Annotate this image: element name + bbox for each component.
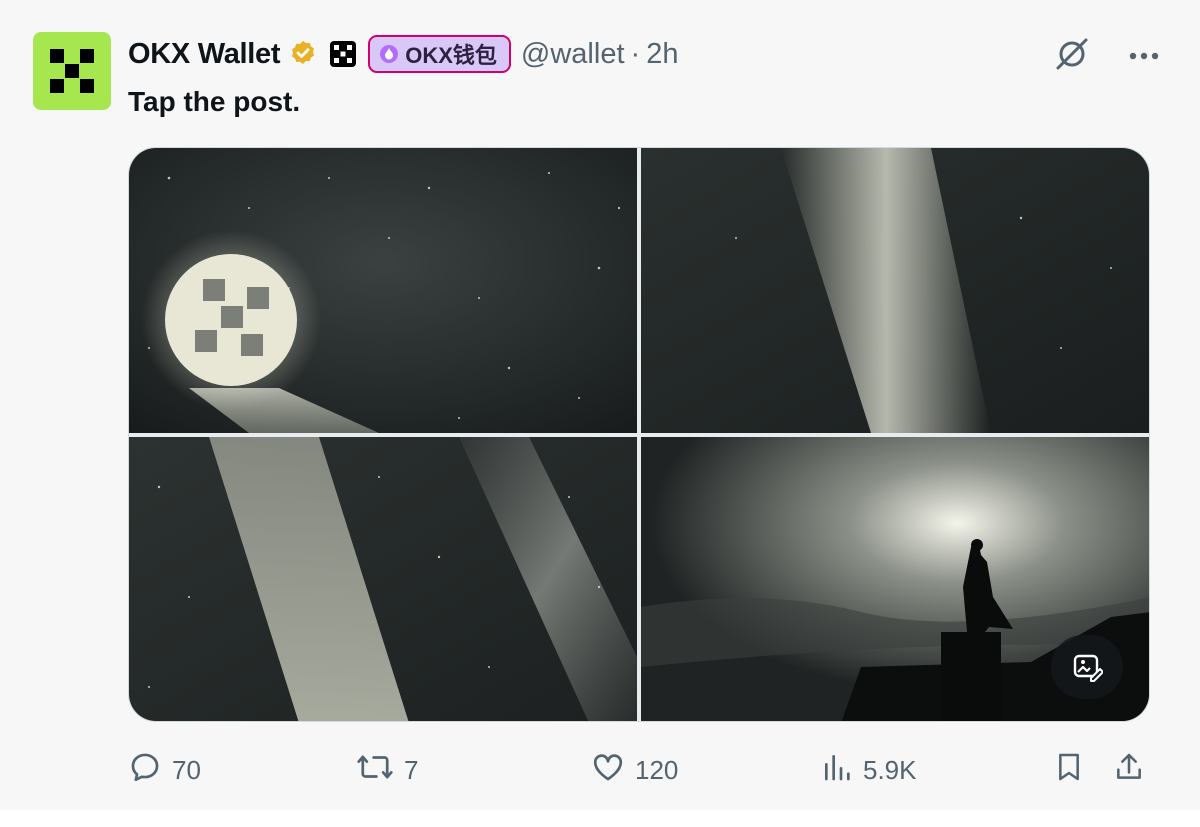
verified-badge-icon[interactable]	[288, 39, 318, 69]
media-image-2[interactable]	[641, 148, 1149, 433]
image-alt-button[interactable]	[1051, 635, 1123, 699]
views-button[interactable]: 5.9K	[821, 750, 917, 790]
bookmark-button[interactable]	[1053, 750, 1085, 790]
author-name[interactable]: OKX Wallet	[128, 38, 281, 71]
action-bar: 70 7 120 5.9K	[128, 750, 1150, 790]
reply-button[interactable]: 70	[128, 750, 201, 790]
media-grid	[128, 147, 1150, 722]
media-image-4[interactable]	[641, 437, 1149, 721]
next-post-divider	[0, 810, 1200, 827]
heart-icon	[591, 750, 625, 791]
affiliate-logo-icon[interactable]	[330, 41, 357, 67]
separator: ·	[630, 37, 641, 70]
affiliate-badge[interactable]: OKX钱包	[368, 35, 511, 73]
author-handle[interactable]: @wallet	[521, 38, 625, 71]
reply-count: 70	[172, 754, 201, 785]
more-icon[interactable]	[1128, 48, 1160, 66]
like-button[interactable]: 120	[591, 750, 678, 790]
share-icon	[1113, 750, 1145, 791]
grok-icon[interactable]	[1052, 34, 1092, 79]
views-icon	[821, 751, 853, 790]
like-count: 120	[635, 754, 679, 785]
avatar[interactable]	[33, 32, 111, 110]
share-button[interactable]	[1113, 750, 1145, 790]
tweet-card[interactable]: OKX Wallet OKX钱包 @wallet · 2h Tap the po…	[0, 0, 1200, 810]
tweet-header: OKX Wallet OKX钱包 @wallet · 2h	[128, 32, 678, 76]
post-text: Tap the post.	[128, 86, 301, 117]
flame-icon	[380, 45, 399, 63]
post-timestamp[interactable]: 2h	[646, 38, 678, 71]
media-image-1[interactable]	[129, 148, 637, 433]
repost-button[interactable]: 7	[356, 750, 418, 790]
repost-count: 7	[404, 754, 419, 785]
header-actions	[1052, 34, 1160, 79]
repost-icon	[356, 750, 394, 791]
media-image-3[interactable]	[129, 437, 637, 721]
views-count: 5.9K	[863, 754, 917, 785]
reply-icon	[128, 750, 162, 791]
affiliate-badge-label: OKX钱包	[405, 43, 497, 68]
okx-logo-icon	[50, 49, 94, 93]
image-alt-icon	[1071, 651, 1103, 683]
bookmark-icon	[1053, 750, 1085, 791]
